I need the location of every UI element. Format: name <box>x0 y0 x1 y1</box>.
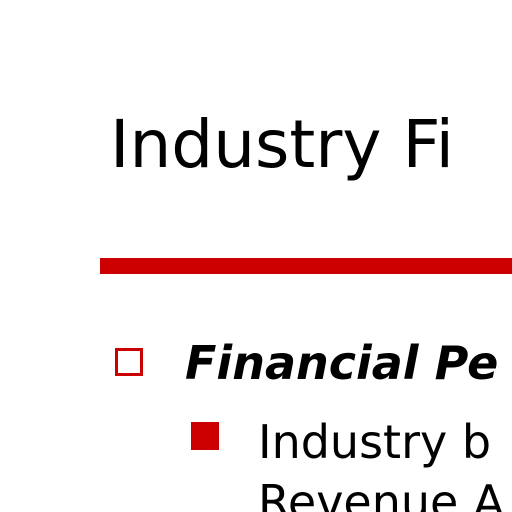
title-underline-rule <box>100 258 512 274</box>
bullet-level1-text: Financial Pe <box>185 336 499 390</box>
filled-square-bullet-icon <box>191 422 219 450</box>
slide-title: Industry Fi <box>110 106 454 183</box>
bullet-level2-text: Industry b Revenue A <box>258 412 504 512</box>
bullet-level2-line-1: Industry b <box>258 415 492 469</box>
bullet-level2-line-2: Revenue A <box>258 475 505 512</box>
slide: Industry Fi Financial Pe Industry b Reve… <box>0 0 512 512</box>
hollow-square-bullet-icon <box>115 348 143 376</box>
